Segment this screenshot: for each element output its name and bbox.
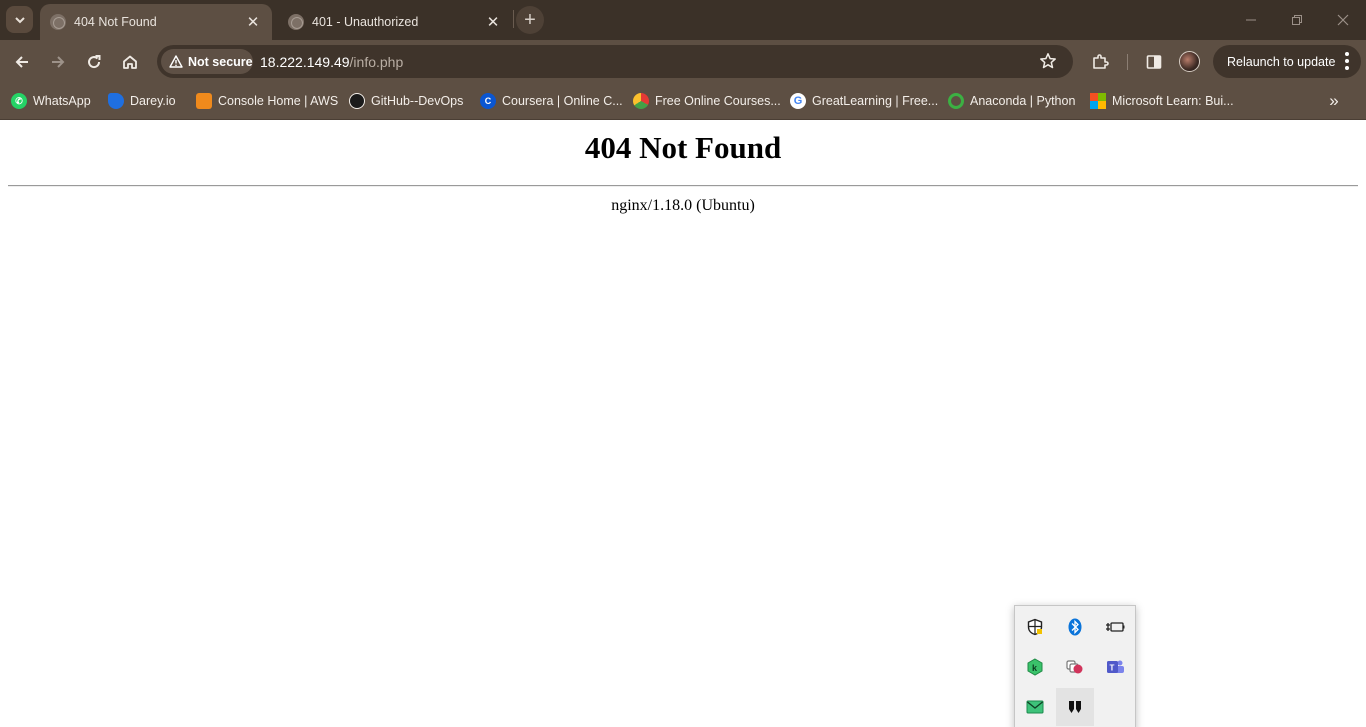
profile-avatar[interactable] — [1179, 51, 1200, 72]
relaunch-to-update-button[interactable]: Relaunch to update — [1213, 45, 1361, 78]
chevron-down-icon — [14, 16, 25, 23]
mail-icon[interactable] — [1016, 688, 1054, 726]
minimize-button[interactable] — [1231, 6, 1271, 34]
arrow-right-icon — [52, 56, 65, 68]
battery-plug-icon[interactable] — [1096, 608, 1134, 646]
courses-icon — [633, 93, 649, 109]
divider — [8, 185, 1358, 187]
tab-separator — [513, 10, 514, 28]
url-path: /info.php — [349, 54, 404, 70]
bookmarks-overflow-button[interactable]: » — [1322, 90, 1346, 112]
security-chip[interactable]: Not secure — [161, 49, 253, 74]
tab-search-button[interactable] — [6, 6, 33, 33]
reload-icon — [88, 55, 101, 69]
arrow-left-icon — [15, 56, 28, 68]
coursera-icon: C — [480, 93, 496, 109]
warning-icon — [169, 55, 183, 68]
address-bar[interactable]: Not secure 18.222.149.49/info.php — [157, 45, 1073, 78]
teams-status-icon[interactable] — [1056, 648, 1094, 686]
bookmark-label: WhatsApp — [33, 94, 91, 108]
bookmark-label: Free Online Courses... — [655, 94, 781, 108]
globe-icon — [50, 14, 66, 30]
star-icon — [1040, 53, 1056, 69]
anaconda-icon — [948, 93, 964, 109]
close-icon — [1337, 14, 1349, 26]
bookmarks-bar: ✆ WhatsApp Darey.io Console Home | AWS G… — [0, 83, 1366, 120]
extensions-button[interactable] — [1085, 47, 1115, 77]
kaspersky-icon[interactable]: k — [1016, 648, 1054, 686]
globe-icon — [288, 14, 304, 30]
tab-title: 401 - Unauthorized — [312, 15, 419, 29]
url-text[interactable]: 18.222.149.49/info.php — [260, 54, 403, 70]
server-signature: nginx/1.18.0 (Ubuntu) — [611, 197, 755, 214]
whatsapp-icon: ✆ — [11, 93, 27, 109]
bookmark-free-online-courses[interactable]: Free Online Courses... — [633, 90, 781, 112]
home-icon — [123, 55, 137, 69]
bookmark-darey[interactable]: Darey.io — [108, 90, 176, 112]
system-tray-overflow: k T — [1014, 605, 1136, 727]
bookmark-github[interactable]: GitHub--DevOps — [349, 90, 463, 112]
new-tab-button[interactable]: + — [516, 6, 544, 34]
bookmark-aws[interactable]: Console Home | AWS — [196, 90, 338, 112]
restore-button[interactable] — [1277, 6, 1317, 34]
bookmark-label: GitHub--DevOps — [371, 94, 464, 108]
notion-icon[interactable] — [1056, 688, 1094, 726]
minimize-icon — [1246, 19, 1256, 21]
tab-401-unauthorized[interactable]: 401 - Unauthorized ✕ — [278, 4, 512, 40]
bluetooth-icon[interactable] — [1056, 608, 1094, 646]
bookmark-greatlearning[interactable]: G GreatLearning | Free... — [790, 90, 938, 112]
bookmark-whatsapp[interactable]: ✆ WhatsApp — [11, 90, 91, 112]
microsoft-icon — [1090, 93, 1106, 109]
svg-text:T: T — [1110, 664, 1115, 673]
forward-button[interactable] — [43, 47, 73, 77]
side-panel-button[interactable] — [1139, 47, 1169, 77]
darey-icon — [108, 93, 124, 109]
bookmark-label: Microsoft Learn: Bui... — [1112, 94, 1234, 108]
bookmark-coursera[interactable]: C Coursera | Online C... — [480, 90, 623, 112]
security-shield-icon[interactable] — [1016, 608, 1054, 646]
github-icon — [349, 93, 365, 109]
google-icon: G — [790, 93, 806, 109]
home-button[interactable] — [115, 47, 145, 77]
reload-button[interactable] — [79, 47, 109, 77]
bookmark-label: Darey.io — [130, 94, 176, 108]
browser-toolbar: Not secure 18.222.149.49/info.php Relaun… — [0, 40, 1366, 83]
close-tab-icon[interactable]: ✕ — [484, 13, 502, 31]
bookmark-label: Console Home | AWS — [218, 94, 339, 108]
side-panel-icon — [1146, 55, 1162, 69]
page-title: 404 Not Found — [584, 130, 782, 165]
close-tab-icon[interactable]: ✕ — [244, 13, 262, 31]
relaunch-label: Relaunch to update — [1227, 54, 1336, 69]
back-button[interactable] — [7, 47, 37, 77]
toolbar-divider — [1127, 54, 1128, 70]
bookmark-anaconda[interactable]: Anaconda | Python — [948, 90, 1075, 112]
puzzle-icon — [1093, 54, 1109, 69]
more-menu-icon[interactable] — [1345, 52, 1349, 70]
url-host: 18.222.149.49 — [260, 54, 350, 70]
bookmark-label: GreatLearning | Free... — [812, 94, 939, 108]
bookmark-star-button[interactable] — [1039, 52, 1059, 72]
bookmark-microsoft-learn[interactable]: Microsoft Learn: Bui... — [1090, 90, 1234, 112]
security-chip-label: Not secure — [188, 54, 253, 69]
teams-icon[interactable]: T — [1096, 648, 1134, 686]
tab-404-not-found[interactable]: 404 Not Found ✕ — [40, 4, 272, 40]
bookmark-label: Coursera | Online C... — [502, 94, 623, 108]
tab-title: 404 Not Found — [74, 15, 157, 29]
bookmark-label: Anaconda | Python — [970, 94, 1076, 108]
aws-icon — [196, 93, 212, 109]
restore-icon — [1292, 15, 1302, 25]
page-content: 404 Not Found nginx/1.18.0 (Ubuntu) — [0, 120, 1366, 727]
close-window-button[interactable] — [1323, 6, 1363, 34]
tab-strip: 404 Not Found ✕ 401 - Unauthorized ✕ + — [0, 0, 1366, 40]
